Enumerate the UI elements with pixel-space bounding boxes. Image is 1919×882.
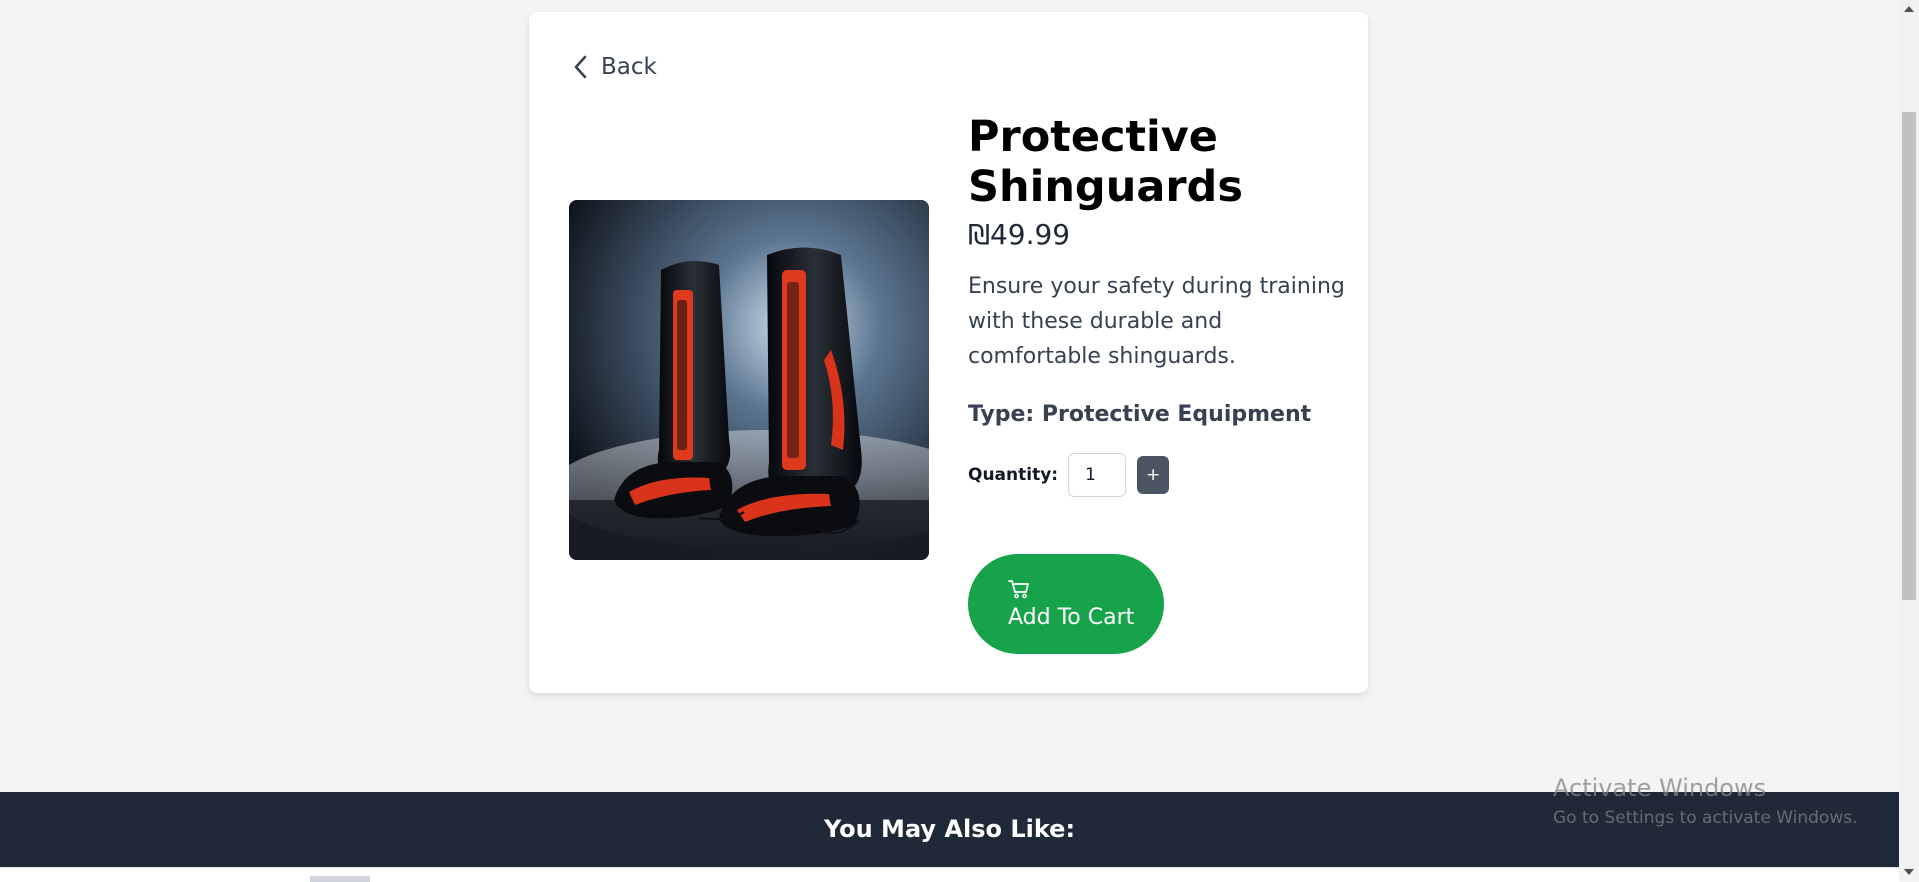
product-price: ₪49.99 xyxy=(968,218,1071,251)
watermark-title: Activate Windows xyxy=(1553,774,1767,802)
scroll-down-arrow-icon[interactable] xyxy=(1904,869,1914,875)
scrollbar-thumb[interactable] xyxy=(1902,112,1916,600)
product-image xyxy=(569,200,929,560)
recommendation-item-edge xyxy=(310,876,370,882)
quantity-input[interactable] xyxy=(1068,453,1127,497)
product-description: Ensure your safety during training with … xyxy=(968,274,1345,369)
product-title: Protective Shinguards xyxy=(968,112,1243,212)
quantity-increment-button[interactable]: + xyxy=(1137,456,1170,494)
product-details: Protective Shinguards ₪49.99 Ensure your… xyxy=(968,112,1348,497)
product-card: Back Protective Shinguards ₪49.99 Ensure… xyxy=(529,12,1368,693)
add-to-cart-button[interactable]: Add To Cart xyxy=(968,554,1164,654)
back-label: Back xyxy=(601,54,657,80)
shopping-cart-icon xyxy=(1008,579,1029,598)
recommendations-content-edge xyxy=(0,867,1899,882)
watermark-subtitle: Go to Settings to activate Windows. xyxy=(1553,808,1858,828)
add-to-cart-label: Add To Cart xyxy=(1008,604,1135,630)
vertical-scrollbar[interactable] xyxy=(1899,0,1919,881)
quantity-label: Quantity: xyxy=(968,465,1059,485)
windows-activation-watermark: Activate Windows Go to Settings to activ… xyxy=(1553,774,1858,828)
scroll-up-arrow-icon[interactable] xyxy=(1904,6,1914,12)
recommendations-heading: You May Also Like: xyxy=(823,815,1076,843)
quantity-row: Quantity: + xyxy=(968,453,1348,497)
product-type: Type: Protective Equipment xyxy=(968,402,1312,427)
back-button[interactable]: Back xyxy=(573,54,657,80)
chevron-left-icon xyxy=(574,55,587,79)
